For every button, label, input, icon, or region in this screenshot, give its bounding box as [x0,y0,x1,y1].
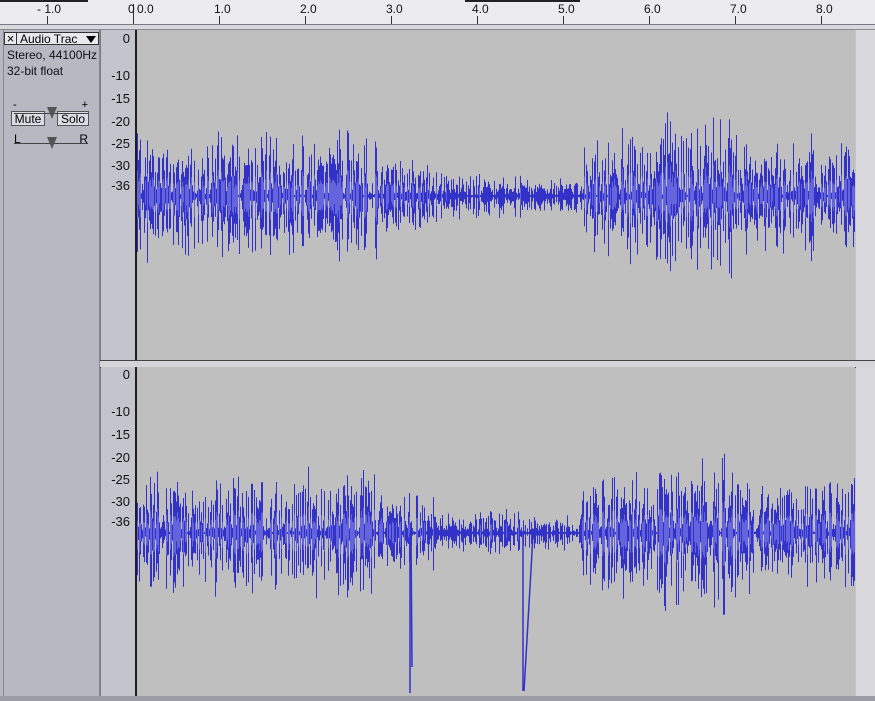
db-label: -15 [111,427,130,442]
gain-plus-label: + [81,99,88,111]
ruler-label: 1.0 [214,2,231,16]
track-format: Stereo, 44100Hz [7,48,98,62]
waveform-spike [523,534,534,692]
channel-1-waveform[interactable] [137,30,855,360]
track-panel-frame [3,30,100,696]
db-label: -20 [111,114,130,129]
ruler-label: 0 [128,2,135,16]
ruler-tick [563,16,564,24]
db-label: -25 [111,472,130,487]
ruler-tick [477,16,478,24]
ruler-label: 6.0 [644,2,661,16]
ruler-label: 2.0 [300,2,317,16]
ruler-tick [391,16,392,24]
pan-slider[interactable]: L R [14,132,88,151]
ruler-label: 3.0 [386,2,403,16]
db-label: 0 [122,31,130,46]
ruler-tick [219,16,220,24]
db-label: -10 [111,404,130,419]
channel-2-db-scale: 0 -10 -15 -20 -25 -30 -36 [101,367,137,696]
ruler-label: 5.0 [558,2,575,16]
track-header: × Audio Trac [4,32,99,46]
dropdown-arrow-icon [86,36,96,43]
db-label: 0 [122,367,130,382]
db-label: -36 [111,514,130,529]
pan-slider-thumb[interactable] [47,137,57,149]
db-label: -20 [111,450,130,465]
channel-2-waveform[interactable] [137,367,855,696]
track-name-menu[interactable]: Audio Trac [17,32,99,45]
ruler-tick [305,16,306,24]
close-track-button[interactable]: × [4,32,17,45]
ruler-label: 8.0 [816,2,833,16]
db-label: -10 [111,68,130,83]
bottom-edge [0,696,875,701]
db-label: -30 [111,158,130,173]
close-icon: × [6,31,15,46]
ruler-label: 4.0 [472,2,489,16]
db-label: -25 [111,136,130,151]
ruler-tick [821,16,822,24]
timeline-ruler[interactable]: - 1.0 0 0.0 1.0 2.0 3.0 4.0 5.0 6.0 7.0 … [0,0,875,25]
waveform-right-channel [137,453,855,693]
ruler-label: - 1.0 [37,2,62,16]
gain-minus-label: - [13,99,17,111]
track-name: Audio Trac [20,32,78,45]
channel-1-right-margin [856,30,875,360]
db-label: -15 [111,91,130,106]
ruler-label: 7.0 [730,2,747,16]
ruler-tick [735,16,736,24]
waveform-spike [410,532,413,668]
ruler-tick [649,16,650,24]
gain-slider-thumb[interactable] [47,107,57,119]
gain-slider[interactable]: - + [13,99,88,121]
db-label: -36 [111,178,130,193]
ruler-tick [47,16,48,24]
db-label: -30 [111,494,130,509]
ruler-label: 0.0 [137,2,154,16]
track-bit-depth: 32-bit float [7,64,64,78]
track-control-panel[interactable]: × Audio Trac Stereo, 44100Hz 32-bit floa… [0,30,101,696]
channel-2-right-margin [856,367,875,696]
channel-1-db-scale: 0 -10 -15 -20 -25 -30 -36 [101,30,137,360]
waveform-left-channel [137,112,855,279]
